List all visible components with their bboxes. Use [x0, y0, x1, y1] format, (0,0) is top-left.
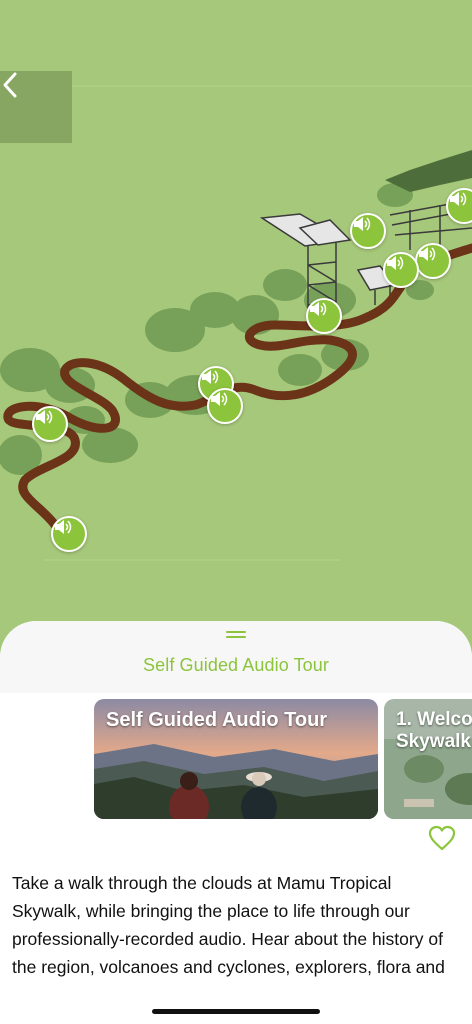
speaker-icon: [310, 302, 327, 316]
speaker-icon: [55, 520, 72, 534]
audio-marker-9[interactable]: [51, 516, 87, 552]
card-label-line-2: Skywalk: [396, 731, 471, 752]
audio-marker-5[interactable]: [306, 298, 342, 334]
back-button[interactable]: [0, 71, 72, 143]
audio-marker-7[interactable]: [207, 388, 243, 424]
speaker-icon: [419, 247, 436, 261]
speaker-icon: [354, 217, 371, 231]
card-label-line-1: 1. Welco: [396, 709, 472, 730]
audio-marker-4[interactable]: [383, 252, 419, 288]
speaker-icon: [450, 192, 467, 206]
chevron-left-icon: [3, 72, 17, 98]
drag-handle-icon[interactable]: [226, 631, 246, 641]
home-indicator[interactable]: [152, 1009, 320, 1014]
heart-outline-icon: [428, 825, 456, 851]
tour-card-overview[interactable]: Self Guided Audio Tour: [94, 699, 378, 819]
audio-marker-3[interactable]: [415, 243, 451, 279]
tour-card-label: Self Guided Audio Tour: [106, 709, 328, 731]
tour-map[interactable]: [0, 0, 472, 660]
speaker-icon: [202, 370, 219, 384]
speaker-icon: [387, 256, 404, 270]
audio-marker-2[interactable]: [350, 213, 386, 249]
tour-card-welcome[interactable]: 1. Welco Skywalk: [384, 699, 472, 819]
sheet-header[interactable]: Self Guided Audio Tour: [0, 621, 472, 693]
tour-carousel[interactable]: Self Guided Audio Tour 1. Welco Skywalk: [0, 699, 472, 821]
sheet-title: Self Guided Audio Tour: [143, 655, 329, 675]
tour-card-label: 1. Welco Skywalk: [396, 709, 472, 753]
ridge-shape: [385, 150, 472, 192]
tour-description: Take a walk through the clouds at Mamu T…: [12, 873, 445, 987]
bottom-sheet[interactable]: Self Guided Audio Tour Self Guided Audio…: [0, 621, 472, 1024]
speaker-icon: [36, 410, 53, 424]
favorite-button[interactable]: [428, 825, 456, 856]
speaker-icon: [211, 392, 228, 406]
trail-path: [3, 243, 472, 530]
audio-marker-8[interactable]: [32, 406, 68, 442]
